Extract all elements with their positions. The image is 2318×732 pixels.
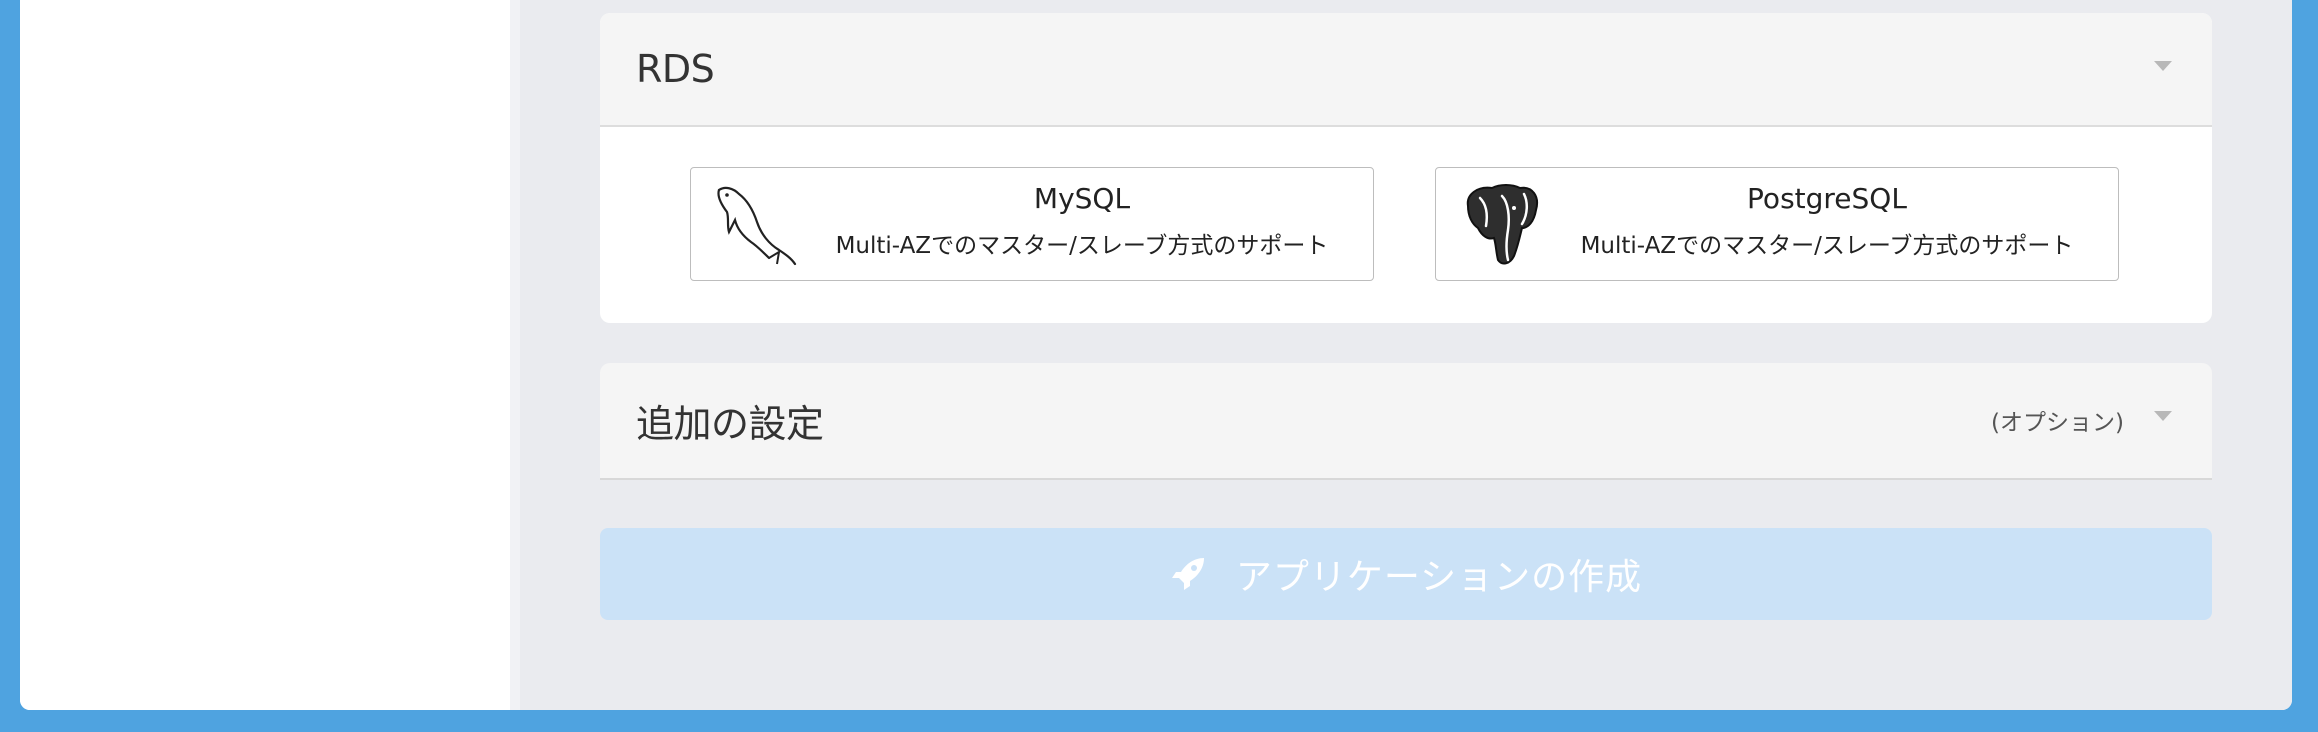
main-content: RDS MySQL Multi-AZでのマスター/スレーブ方式のサポート Pos…	[520, 0, 2292, 710]
mysql-description: Multi-AZでのマスター/スレーブ方式のサポート	[835, 233, 1329, 259]
rds-panel: RDS MySQL Multi-AZでのマスター/スレーブ方式のサポート Pos…	[600, 13, 2212, 323]
chevron-down-icon[interactable]	[2154, 411, 2172, 421]
postgresql-elephant-icon	[1466, 184, 1538, 265]
additional-settings-panel[interactable]: 追加の設定 (オプション)	[600, 363, 2212, 480]
rds-panel-header[interactable]: RDS	[600, 13, 2212, 127]
create-application-label: アプリケーションの作成	[1235, 557, 1643, 598]
postgresql-name: PostgreSQL	[1747, 182, 1907, 215]
mysql-option-card[interactable]: MySQL Multi-AZでのマスター/スレーブ方式のサポート	[690, 167, 1374, 281]
app-frame: RDS MySQL Multi-AZでのマスター/スレーブ方式のサポート Pos…	[20, 0, 2292, 710]
rocket-icon	[1171, 558, 1204, 590]
create-application-button[interactable]: アプリケーションの作成	[600, 528, 2212, 620]
chevron-down-icon[interactable]	[2154, 61, 2172, 71]
postgresql-option-card[interactable]: PostgreSQL Multi-AZでのマスター/スレーブ方式のサポート	[1435, 167, 2119, 281]
rds-panel-title: RDS	[636, 47, 715, 91]
mysql-dolphin-icon	[717, 186, 797, 266]
mysql-name: MySQL	[1033, 182, 1131, 215]
sidebar	[20, 0, 520, 710]
postgresql-description: Multi-AZでのマスター/スレーブ方式のサポート	[1580, 233, 2074, 259]
additional-settings-title: 追加の設定	[636, 402, 824, 446]
optional-hint: (オプション)	[1991, 410, 2124, 436]
